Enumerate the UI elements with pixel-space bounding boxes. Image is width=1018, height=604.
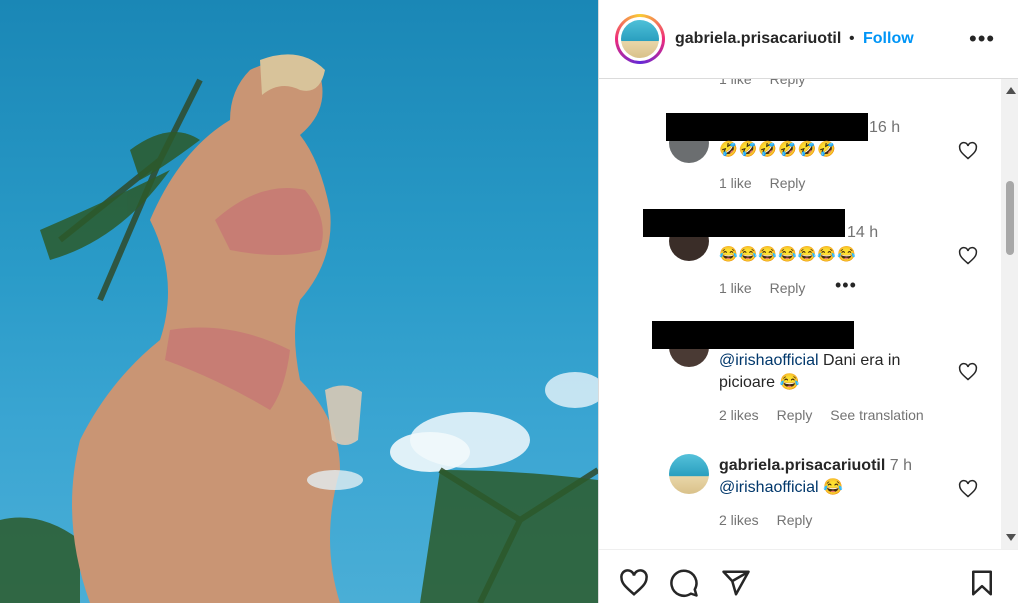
comment-text-body: 😂 xyxy=(818,479,843,496)
comment-text: 😂😂😂😂😂😂😂 xyxy=(719,246,857,263)
comment-meta-partial: 1 like Reply xyxy=(719,79,819,87)
like-count[interactable]: 2 likes xyxy=(719,512,759,528)
comment-text: 🤣🤣🤣🤣🤣🤣 xyxy=(719,141,838,158)
redacted-username xyxy=(666,113,868,141)
post-photo[interactable] xyxy=(0,0,598,603)
like-count[interactable]: 2 likes xyxy=(719,407,759,423)
author-username[interactable]: gabriela.prisacariuotil xyxy=(675,30,841,48)
post-action-bar xyxy=(599,549,1018,604)
scrollbar-thumb[interactable] xyxy=(1006,181,1014,255)
mention-link[interactable]: @irishaofficial xyxy=(719,479,819,496)
comment-header: gabriela.prisacariuotil 7 h xyxy=(719,455,979,477)
scroll-down-arrow-icon[interactable] xyxy=(1006,534,1016,541)
see-translation-link[interactable]: See translation xyxy=(830,407,923,423)
like-count[interactable]: 1 like xyxy=(719,175,752,191)
post-header: gabriela.prisacariuotil • Follow ••• xyxy=(599,0,1018,79)
comment-time: 16 h xyxy=(869,119,901,136)
comment-meta: 1 like Reply xyxy=(719,280,819,296)
reply-button[interactable]: Reply xyxy=(777,512,813,528)
comment-meta: 1 like Reply xyxy=(719,175,819,191)
like-count[interactable]: 1 like xyxy=(719,79,752,87)
like-heart-icon[interactable] xyxy=(958,362,978,382)
like-icon[interactable] xyxy=(619,568,649,598)
comment-text-line1: Dani era in xyxy=(818,352,901,369)
comment-meta: 2 likes Reply See translation xyxy=(719,407,938,423)
comment-text: @irishaofficial 😂 xyxy=(719,477,843,499)
like-heart-icon[interactable] xyxy=(958,246,978,266)
separator-dot: • xyxy=(849,30,855,47)
reply-button[interactable]: Reply xyxy=(777,407,813,423)
redacted-username xyxy=(652,321,854,349)
more-options-icon[interactable]: ••• xyxy=(969,26,995,52)
comments-scrollbar[interactable] xyxy=(1001,79,1018,549)
like-count[interactable]: 1 like xyxy=(719,280,752,296)
comment-icon[interactable] xyxy=(669,568,699,598)
share-icon[interactable] xyxy=(721,568,751,598)
reply-button[interactable]: Reply xyxy=(770,175,806,191)
comment-time: 7 h xyxy=(889,457,912,474)
like-heart-icon[interactable] xyxy=(958,141,978,161)
author-avatar[interactable] xyxy=(615,14,665,64)
commenter-avatar[interactable] xyxy=(669,454,709,494)
comment-username[interactable]: gabriela.prisacariuotil xyxy=(719,457,885,474)
reply-button[interactable]: Reply xyxy=(770,79,806,87)
reply-button[interactable]: Reply xyxy=(770,280,806,296)
comment-meta: 2 likes Reply xyxy=(719,512,826,528)
bookmark-icon[interactable] xyxy=(967,568,997,598)
comments-panel: gabriela.prisacariuotil • Follow ••• 1 l… xyxy=(598,0,1018,604)
redacted-username xyxy=(643,209,845,237)
comment-time: 14 h xyxy=(847,224,879,241)
like-heart-icon[interactable] xyxy=(958,479,978,499)
comment-more-icon[interactable]: ••• xyxy=(835,275,857,296)
comment-text-line2: picioare 😂 xyxy=(719,374,800,391)
follow-button[interactable]: Follow xyxy=(863,30,914,48)
scroll-up-arrow-icon[interactable] xyxy=(1006,87,1016,94)
beach-photo-illustration xyxy=(0,54,598,603)
mention-link[interactable]: @irishaofficial xyxy=(719,352,819,369)
comment-text: @irishaofficial Dani era in picioare 😂 xyxy=(719,350,949,394)
comments-list: 1 like Reply 16 h 🤣🤣🤣🤣🤣🤣 1 like Reply 14… xyxy=(599,79,1001,549)
